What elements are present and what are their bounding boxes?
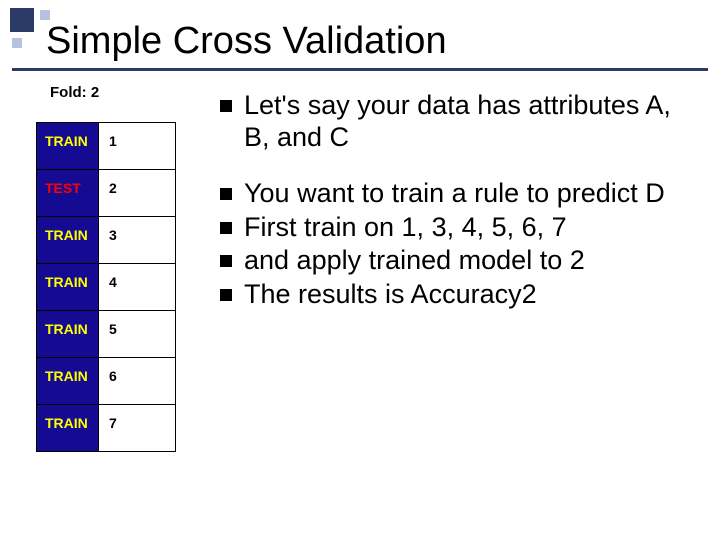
bullet-text: The results is Accuracy2 [244, 279, 537, 311]
square-bullet-icon [220, 100, 232, 112]
fold-table: TRAIN 1 TEST 2 TRAIN 3 TRAIN 4 TRAIN 5 T… [36, 122, 176, 452]
bullet-text: You want to train a rule to predict D [244, 178, 665, 210]
bullet-item: The results is Accuracy2 [220, 279, 702, 311]
square-bullet-icon [220, 255, 232, 267]
row-num: 3 [98, 217, 175, 264]
row-num: 2 [98, 170, 175, 217]
bullet-item: Let's say your data has attributes A, B,… [220, 90, 702, 154]
row-num: 5 [98, 311, 175, 358]
row-label: TRAIN [37, 358, 99, 405]
fold-label: Fold: 2 [50, 84, 99, 101]
row-num: 1 [98, 123, 175, 170]
row-num: 4 [98, 264, 175, 311]
square-bullet-icon [220, 188, 232, 200]
table-row: TEST 2 [37, 170, 176, 217]
table-row: TRAIN 6 [37, 358, 176, 405]
row-label: TEST [37, 170, 99, 217]
bullet-item: and apply trained model to 2 [220, 245, 702, 277]
title-rule [12, 68, 708, 71]
bullet-item: First train on 1, 3, 4, 5, 6, 7 [220, 212, 702, 244]
row-num: 6 [98, 358, 175, 405]
bullet-text: First train on 1, 3, 4, 5, 6, 7 [244, 212, 567, 244]
row-label: TRAIN [37, 311, 99, 358]
bullet-group-top: Let's say your data has attributes A, B,… [220, 90, 702, 154]
bullet-text: and apply trained model to 2 [244, 245, 585, 277]
square-bullet-icon [220, 289, 232, 301]
row-num: 7 [98, 405, 175, 452]
table-row: TRAIN 5 [37, 311, 176, 358]
bullet-text: Let's say your data has attributes A, B,… [244, 90, 702, 154]
row-label: TRAIN [37, 217, 99, 264]
bullet-group-bottom: You want to train a rule to predict D Fi… [220, 178, 702, 311]
table-row: TRAIN 4 [37, 264, 176, 311]
table-row: TRAIN 1 [37, 123, 176, 170]
row-label: TRAIN [37, 405, 99, 452]
table-row: TRAIN 3 [37, 217, 176, 264]
square-bullet-icon [220, 222, 232, 234]
content-area: Let's say your data has attributes A, B,… [220, 90, 702, 335]
row-label: TRAIN [37, 123, 99, 170]
row-label: TRAIN [37, 264, 99, 311]
bullet-item: You want to train a rule to predict D [220, 178, 702, 210]
page-title: Simple Cross Validation [46, 20, 447, 63]
table-row: TRAIN 7 [37, 405, 176, 452]
